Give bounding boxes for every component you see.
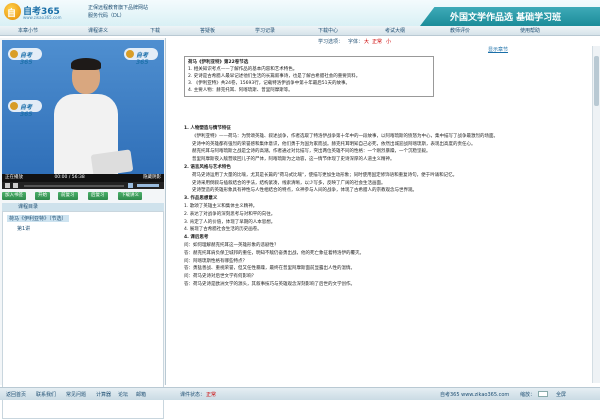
left-button-row: 加入书签 开始 前复习 后复习 下载讲义 xyxy=(2,192,164,201)
content-paragraph: 答：赫克托耳肩负保卫城邦的重任，明知不敌仍奋勇出战，他的死亡象征着特洛伊的覆灭。 xyxy=(184,250,364,256)
tree-item-chapter[interactable]: 荷马《伊利亚特》（节选） xyxy=(7,215,69,222)
download-notes-button[interactable]: 下载讲义 xyxy=(118,192,142,200)
stop-icon[interactable] xyxy=(13,183,18,188)
tree-item-lesson[interactable]: 第1讲 xyxy=(17,225,30,232)
content-panel: 学习选项： 字体： 大 正常 小 显示章节 荷马《伊利亚特》第22卷节选 1. … xyxy=(168,38,600,385)
content-paragraph: 答：荷马史诗是欧洲文学的源头，其叙事技巧与英雄观念深刻影响了后世的文学创作。 xyxy=(184,281,355,287)
show-chapters-link[interactable]: 显示章节 xyxy=(488,46,508,53)
lecture-content: 荷马《伊利亚特》第22卷节选 1. 相关知识考点——了解作品的基本内容和艺术特色… xyxy=(184,56,592,385)
nav-item-download-center[interactable]: 下载中心 xyxy=(318,27,338,34)
font-size-normal[interactable]: 正常 xyxy=(372,38,382,46)
content-paragraph: 1. 歌颂了英雄主义和集体主义精神。 xyxy=(184,203,258,209)
bookmark-button[interactable]: 加入书签 xyxy=(2,192,26,200)
bottom-link-contact[interactable]: 联系我们 xyxy=(36,391,56,398)
section-line: 荷马《伊利亚特》第22卷节选 xyxy=(188,60,249,65)
nav-item-lecture-notes[interactable]: 课程讲义 xyxy=(88,27,108,34)
section-summary-box: 荷马《伊利亚特》第22卷节选 1. 相关知识考点——了解作品的基本内容和艺术特色… xyxy=(184,56,434,97)
content-paragraph: 问：阿喀琉斯性格有哪些特点？ xyxy=(184,258,247,264)
content-paragraph: 赫克托耳与阿喀琉斯之战是全诗的高潮。作者通过对比描写，突出两位英雄不同的性格：一… xyxy=(192,149,431,155)
zoom-box[interactable] xyxy=(538,391,548,397)
content-paragraph: 《伊利亚特》——荷马：为赞颂英雄、叙述战争，作者选取了特洛伊战争第十年中的一段故… xyxy=(192,133,498,139)
section-line: 3. 《伊利亚特》共24卷，15693行，记载特洛伊战争中第十年最后51天的故事… xyxy=(188,81,350,86)
scroll-thumb[interactable] xyxy=(594,56,599,106)
courseware-status-label: 课件状态： xyxy=(180,392,206,398)
section-line: 2. 史诗是古希腊人最早记述他们生活的长篇叙事诗，也是了解古希腊社会的重要资料。 xyxy=(188,74,361,79)
play-icon[interactable] xyxy=(5,183,10,188)
lecture-text: 1. 人物塑造与情节特征《伊利亚特》——荷马：为赞颂英雄、叙述战争，作者选取了特… xyxy=(184,126,584,290)
logo[interactable]: 自 自考365 www.zikao365.com xyxy=(4,2,80,22)
bottom-link-forum[interactable]: 论坛 xyxy=(118,391,128,398)
header-info-line2: 服务代码（DL） xyxy=(88,13,125,19)
section-line: 4. 主要人物：赫克托耳、阿喀琉斯、普里阿摩斯等。 xyxy=(188,88,293,93)
video-watermark-logo: 自考365 xyxy=(124,48,158,66)
volume-icon[interactable] xyxy=(128,183,133,188)
content-paragraph: 史诗采用倒叙与插叙结合的手法，结构紧凑，线索清晰，以少写多，反映了广阔的社会生活… xyxy=(192,180,386,186)
content-scrollbar[interactable] xyxy=(592,46,600,383)
content-paragraph: 荷马史诗运用了大量的比喻，尤其是长篇的"荷马式比喻"，使描写更加生动形象；同时使… xyxy=(192,172,458,178)
content-paragraph: 3. 肯定了人的价值，体现了早期的人本思想。 xyxy=(184,219,276,225)
header-info: 正保远程教育旗下品牌网站 服务代码（DL） xyxy=(88,4,148,20)
course-tree-title: 课程目录 xyxy=(2,203,164,211)
video-player[interactable]: 自考365 自考365 自考365 xyxy=(2,40,164,174)
nav-item-study-record[interactable]: 学习记录 xyxy=(255,27,275,34)
nav-item-teacher-review[interactable]: 教师评价 xyxy=(450,27,470,34)
nav-item-exam-outline[interactable]: 考试大纲 xyxy=(385,27,405,34)
left-panel: 自考365 自考365 自考365 正在播放 00:00 / 56:38 隐藏阴… xyxy=(0,38,166,419)
video-watermark-logo: 自考365 xyxy=(8,48,42,66)
content-paragraph: 2. 表达了对战争的深刻思考与对和平的向往。 xyxy=(184,211,276,217)
nav-item-qa-board[interactable]: 答疑板 xyxy=(200,27,215,34)
fullscreen-button[interactable]: 全屏 xyxy=(556,391,566,398)
content-toolbar: 学习选项： 字体： 大 正常 小 xyxy=(168,38,600,46)
prev-review-button[interactable]: 前复习 xyxy=(58,192,78,200)
font-size-small[interactable]: 小 xyxy=(386,38,391,46)
section-line: 1. 相关知识考点——了解作品的基本内容和艺术特色。 xyxy=(188,67,298,72)
courseware-status-value: 正常 xyxy=(206,392,217,398)
nav-item-download[interactable]: 下载 xyxy=(150,27,160,34)
video-status-bar: 正在播放 00:00 / 56:38 隐藏阴影 xyxy=(2,174,164,182)
nav-item-help[interactable]: 使用帮助 xyxy=(520,27,540,34)
font-size-large[interactable]: 大 xyxy=(364,38,369,46)
bottom-link-faq[interactable]: 常见问题 xyxy=(66,391,86,398)
study-options-label: 学习选项： xyxy=(318,39,344,45)
course-title-tab: 外国文学作品选 基础学习班 xyxy=(420,7,600,26)
logo-url: www.zikao365.com xyxy=(23,15,62,20)
header-info-line1: 正保远程教育旗下品牌网站 xyxy=(88,5,149,11)
bottom-link-calculator[interactable]: 计算器 xyxy=(96,391,111,398)
start-button[interactable]: 开始 xyxy=(35,192,50,200)
bottom-bar: 返回首页 联系我们 常见问题 计算器 论坛 邮箱 课件状态： 正常 自考365 … xyxy=(0,387,600,400)
nav-item-chapter-summary[interactable]: 本章小节 xyxy=(18,27,38,34)
hide-shadow-toggle[interactable]: 隐藏阴影 xyxy=(143,174,161,182)
content-paragraph: 答：勇猛善战、重视荣誉，但又任性暴躁，最终在普里阿摩斯面前显露出人性的温情。 xyxy=(184,266,355,272)
content-heading: 1. 人物塑造与情节特征 xyxy=(184,126,231,131)
content-heading: 4. 课后思考 xyxy=(184,235,209,241)
content-heading: 2. 语言风格与艺术特色 xyxy=(184,164,231,170)
content-paragraph: 问：如何理解赫克托耳这一英雄形象的悲剧性？ xyxy=(184,242,279,248)
header-bar: 自 自考365 www.zikao365.com 正保远程教育旗下品牌网站 服务… xyxy=(0,0,600,26)
volume-slider[interactable] xyxy=(137,184,159,187)
footer-copyright: 自考365 www.zikao365.com xyxy=(440,392,510,398)
logo-mark: 自 xyxy=(4,3,21,20)
font-size-label: 字体： xyxy=(348,39,364,45)
play-status: 正在播放 xyxy=(5,175,23,180)
video-progress-track[interactable] xyxy=(24,185,124,187)
bottom-link-home[interactable]: 返回首页 xyxy=(6,391,26,398)
next-review-button[interactable]: 后复习 xyxy=(88,192,108,200)
video-controls xyxy=(2,182,164,189)
bottom-link-mail[interactable]: 邮箱 xyxy=(136,391,146,398)
content-paragraph: 史诗中的英雄都有强烈的荣誉感和集体意识，他们勇于为国为家而战。赫克托耳明知自己必… xyxy=(192,141,476,147)
video-watermark-logo: 自考365 xyxy=(8,100,42,118)
content-heading: 3. 作品思想意义 xyxy=(184,196,218,202)
course-title: 外国文学作品选 基础学习班 xyxy=(450,13,562,23)
zoom-label: 缩放： xyxy=(520,392,536,398)
content-paragraph: 问：荷马史诗对后世文学有何影响？ xyxy=(184,274,256,280)
nav-bar: 本章小节 课程讲义 下载 答疑板 学习记录 下载中心 考试大纲 教师评价 使用帮… xyxy=(0,26,600,36)
content-paragraph: 普里阿摩斯夜入敌营赎回儿子的尸体，阿喀琉斯为之动容，这一情节体现了史诗深厚的人道… xyxy=(192,157,395,163)
content-paragraph: 4. 展现了古希腊社会生活的历史画卷。 xyxy=(184,227,262,233)
desk-paper xyxy=(90,149,134,174)
content-paragraph: 史诗塑造的英雄形象具有神性与人性相结合的特点，众神参与人间的战争，体现了古希腊人… xyxy=(192,188,417,194)
video-time: 00:00 / 56:38 xyxy=(54,175,85,180)
